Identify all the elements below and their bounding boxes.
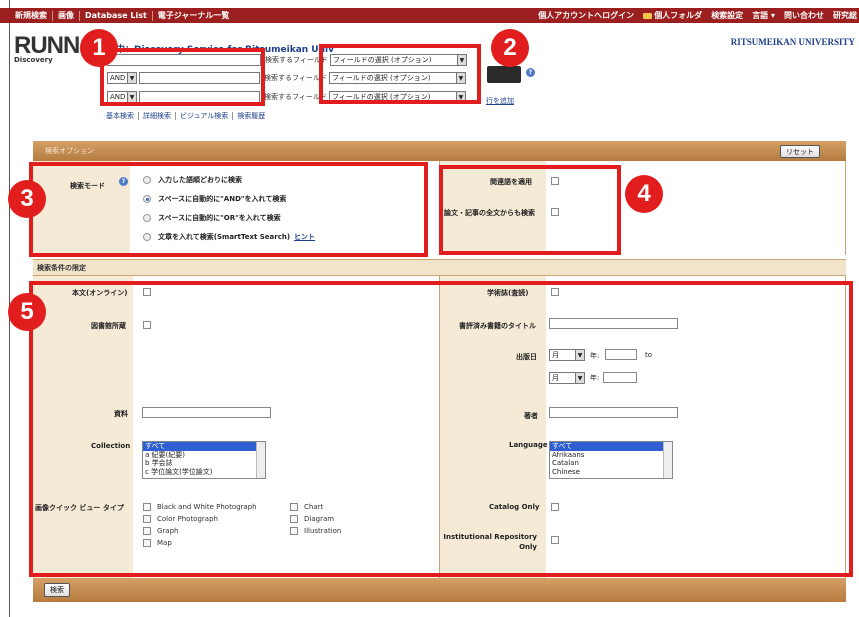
nav-ejournals[interactable]: 電子ジャーナル一覧 bbox=[153, 11, 235, 21]
nav-new-search[interactable]: 新規検索 bbox=[10, 10, 53, 21]
link-basic-search[interactable]: 基本検索 bbox=[106, 112, 139, 120]
link-advanced-search[interactable]: 詳細検索 bbox=[139, 112, 176, 120]
logo-text: RUNN bbox=[14, 32, 80, 59]
link-search-history[interactable]: 検索履歴 bbox=[233, 112, 269, 120]
nav-language[interactable]: 言語 ▾ bbox=[752, 10, 775, 21]
top-nav-bar: 新規検索 画像 Database List 電子ジャーナル一覧 個人アカウントへ… bbox=[0, 8, 859, 23]
nav-folder[interactable]: 個人フォルダ bbox=[643, 10, 702, 21]
annotation-badge-5: 5 bbox=[8, 293, 46, 331]
annotation-box-3 bbox=[29, 162, 428, 257]
nav-folder-label: 個人フォルダ bbox=[654, 11, 703, 20]
nav-images[interactable]: 画像 bbox=[53, 10, 80, 21]
search-type-links: 基本検索 詳細検索 ビジュアル検索 検索履歴 bbox=[106, 112, 269, 120]
nav-database-list[interactable]: Database List bbox=[80, 10, 153, 21]
annotation-badge-2: 2 bbox=[491, 29, 529, 67]
nav-login[interactable]: 個人アカウントへログイン bbox=[538, 10, 634, 21]
search-submit-button[interactable]: 検索 bbox=[44, 583, 70, 597]
logo[interactable]: RUNN Discovery bbox=[14, 32, 80, 65]
annotation-box-5 bbox=[29, 281, 853, 577]
annotation-box-1 bbox=[100, 48, 265, 106]
nav-preferences[interactable]: 検索設定 bbox=[711, 10, 743, 21]
annotation-badge-1: 1 bbox=[80, 29, 118, 67]
university-name: RITSUMEIKAN UNIVERSITY bbox=[730, 37, 855, 47]
footer-bar: 検索 bbox=[33, 578, 846, 602]
search-options-header: 検索オプション リセット bbox=[33, 141, 846, 161]
annotation-box-2 bbox=[319, 44, 481, 104]
reset-button[interactable]: リセット bbox=[780, 145, 820, 158]
link-visual-search[interactable]: ビジュアル検索 bbox=[176, 112, 234, 120]
help-icon[interactable]: ? bbox=[526, 68, 535, 77]
folder-icon bbox=[643, 12, 653, 19]
add-row-link[interactable]: 行を追加 bbox=[486, 96, 514, 106]
field-label: 検索するフィールド bbox=[264, 74, 327, 82]
nav-research[interactable]: 研究総 bbox=[833, 10, 857, 21]
annotation-box-4 bbox=[439, 165, 621, 255]
field-label: 検索するフィールド bbox=[264, 93, 327, 101]
search-options-title: 検索オプション bbox=[45, 147, 94, 155]
limit-results-header: 検索条件の限定 bbox=[33, 259, 846, 276]
annotation-badge-4: 4 bbox=[625, 175, 663, 213]
search-button[interactable] bbox=[487, 66, 521, 83]
annotation-badge-3: 3 bbox=[8, 180, 46, 218]
nav-contact[interactable]: 問い合わせ bbox=[784, 10, 824, 21]
